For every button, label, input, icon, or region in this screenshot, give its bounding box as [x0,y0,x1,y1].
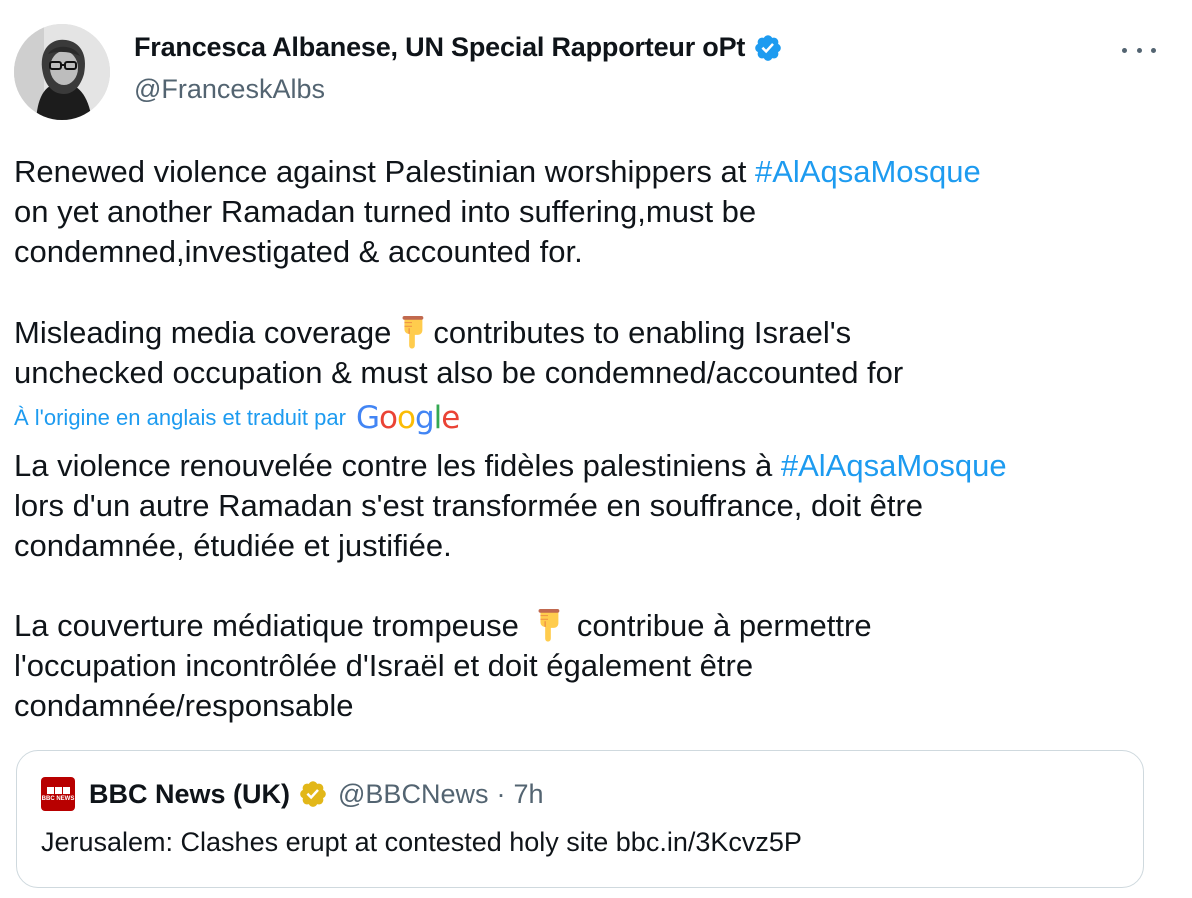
more-dot [1151,47,1156,53]
avatar[interactable] [14,24,110,120]
more-options-icon[interactable] [1122,36,1156,64]
quoted-author-name[interactable]: BBC News (UK) [89,779,290,810]
bbc-boxes [46,786,70,794]
text-span: Renewed violence against Palestinian wor… [14,154,755,189]
google-letter: o [396,400,416,436]
bbc-box [62,786,70,794]
hashtag-link[interactable]: #AlAqsaMosque [781,448,1007,483]
translation-notice: À l'origine en anglais et traduit par Go… [14,400,460,436]
tweet-text-fr-paragraph-1: La violence renouvelée contre les fidèle… [14,446,1007,566]
gold-verified-badge-icon [300,781,326,807]
text-span: La violence renouvelée contre les fidèle… [14,448,781,483]
quoted-tweet-text: Jerusalem: Clashes erupt at contested ho… [41,827,802,857]
tweet-text-en-paragraph-1: Renewed violence against Palestinian wor… [14,152,981,272]
backhand-pointing-down-emoji [402,315,424,349]
hashtag-link[interactable]: #AlAqsaMosque [755,154,981,189]
google-letter: g [414,400,435,436]
bbc-box [46,786,54,794]
text-span: La couverture médiatique trompeuse [14,608,519,643]
quoted-timestamp[interactable]: 7h [513,779,543,810]
tweet-card: Francesca Albanese, UN Special Rapporteu… [0,0,1192,898]
bbc-box [54,786,62,794]
bbc-logo-text: BBC NEWS [41,795,75,802]
more-dot [1122,47,1127,53]
quoted-author-handle[interactable]: @BBCNews [338,779,488,810]
tweet-text-fr-paragraph-2: La couverture médiatique trompeuse contr… [14,606,872,726]
separator-dot: · [496,778,506,809]
text-span: Misleading media coverage [14,315,392,350]
text-span: lors d'un autre Ramadan s'est transformé… [14,488,924,563]
google-letter: o [379,400,398,436]
google-letter: G [355,400,380,436]
more-dot [1136,47,1142,53]
quoted-tweet-header: BBC NEWS BBC News (UK) @BBCNews · 7h [41,777,544,811]
google-logo: Google [355,400,460,436]
tweet-text-en-paragraph-2: Misleading media coverage contributes to… [14,313,903,393]
author-name-row: Francesca Albanese, UN Special Rapporteu… [134,32,783,63]
quoted-tweet[interactable]: BBC NEWS BBC News (UK) @BBCNews · 7h Jer… [16,750,1144,888]
translation-label[interactable]: À l'origine en anglais et traduit par [14,405,346,431]
author-handle[interactable]: @FranceskAlbs [134,74,325,105]
backhand-pointing-down-emoji [538,608,560,642]
bbc-news-logo[interactable]: BBC NEWS [41,777,75,811]
text-span: on yet another Ramadan turned into suffe… [14,194,757,269]
verified-badge-icon [755,34,782,61]
google-letter: e [441,400,460,436]
author-name[interactable]: Francesca Albanese, UN Special Rapporteu… [134,32,745,63]
